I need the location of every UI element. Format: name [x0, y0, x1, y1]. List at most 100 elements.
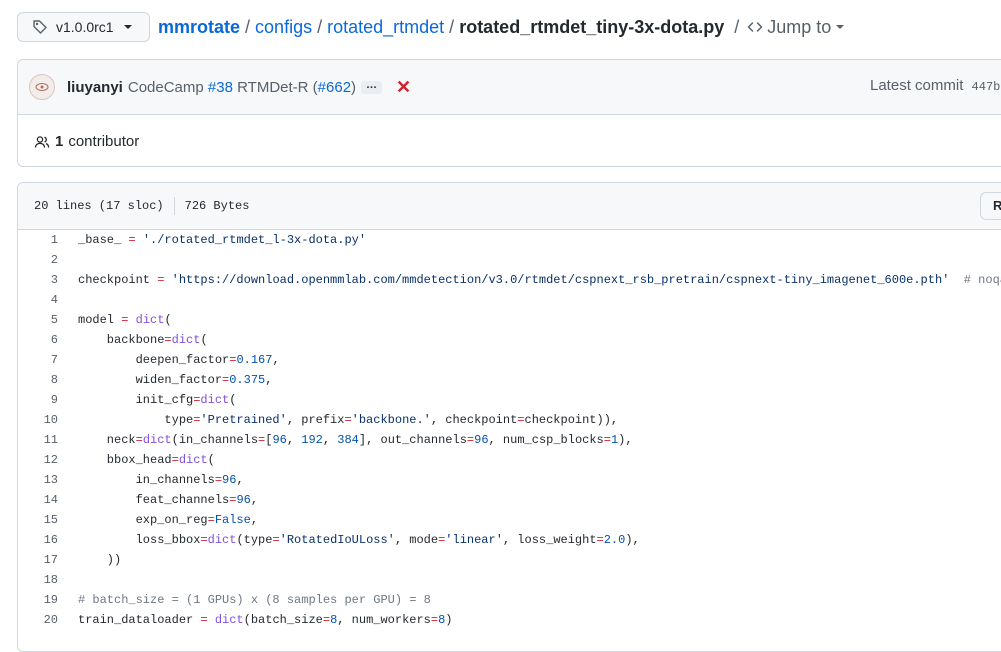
tag-icon — [33, 20, 47, 34]
expand-commit-message-button[interactable]: … — [361, 79, 383, 94]
code-icon — [748, 22, 763, 32]
code-token: = — [603, 433, 611, 447]
line-number[interactable]: 11 — [18, 430, 78, 450]
code-token: 96 — [272, 433, 287, 447]
breadcrumb-separator: / — [734, 16, 740, 37]
commit-message-end: ) — [351, 78, 357, 96]
code-token: , — [322, 433, 338, 447]
commit-sha-link[interactable]: 447b3 — [972, 80, 1001, 94]
file-size: 726 Bytes — [184, 199, 250, 213]
commit-message-prefix[interactable]: CodeCamp — [128, 79, 204, 96]
commit-message-title[interactable]: RTMDet-R ( — [237, 79, 318, 96]
contributor-label: contributor — [68, 133, 140, 150]
line-source: neck=dict(in_channels=[96, 192, 384], ou… — [78, 430, 633, 450]
line-source: model = dict( — [78, 310, 172, 330]
code-token: = — [517, 413, 525, 427]
failed-status-icon[interactable]: ✕ — [396, 77, 411, 98]
avatar[interactable] — [29, 74, 55, 100]
breadcrumb-separator: / — [245, 16, 251, 37]
code-token: dict — [200, 393, 230, 407]
code-token: = — [171, 453, 179, 467]
line-source: type='Pretrained', prefix='backbone.', c… — [78, 410, 618, 430]
code-token: = — [135, 433, 143, 447]
divider — [173, 197, 175, 215]
code-token: feat_channels — [78, 493, 230, 507]
line-number[interactable]: 13 — [18, 470, 78, 490]
line-source: feat_channels=96, — [78, 490, 258, 510]
line-number[interactable]: 12 — [18, 450, 78, 470]
code-token: dict — [207, 533, 237, 547]
code-token: , loss_weight — [502, 533, 597, 547]
line-number[interactable]: 9 — [18, 390, 78, 410]
breadcrumb-repo-link[interactable]: mmrotate — [158, 17, 240, 38]
code-token: = — [200, 613, 208, 627]
code-token: bbox_head — [78, 453, 172, 467]
code-line: 20 train_dataloader = dict(batch_size=8, … — [18, 610, 1001, 630]
branch-selector-button[interactable]: v1.0.0rc1 — [17, 12, 150, 42]
code-token: _base_ — [78, 233, 129, 247]
line-number[interactable]: 8 — [18, 370, 78, 390]
code-token: exp_on_reg — [78, 513, 208, 527]
line-number[interactable]: 19 — [18, 590, 78, 610]
code-token: 'backbone.' — [351, 413, 431, 427]
code-token: , — [250, 513, 259, 527]
line-number[interactable]: 5 — [18, 310, 78, 330]
code-token: , — [272, 353, 280, 367]
code-line: 18 — [18, 570, 1001, 590]
line-number[interactable]: 10 — [18, 410, 78, 430]
code-token: ), — [618, 433, 633, 447]
code-token: 'RotatedIoULoss' — [279, 533, 395, 547]
line-number[interactable]: 6 — [18, 330, 78, 350]
commit-author-link[interactable]: liuyanyi — [67, 79, 123, 96]
raw-button[interactable]: R — [980, 192, 1001, 220]
line-source: widen_factor=0.375, — [78, 370, 273, 390]
breadcrumb-separator: / — [449, 16, 455, 37]
jump-to-label: Jump to — [767, 16, 832, 37]
code-line: 10 type='Pretrained', prefix='backbone.'… — [18, 410, 1001, 430]
code-token: , — [250, 493, 259, 507]
line-number[interactable]: 3 — [18, 270, 78, 290]
line-source: train_dataloader = dict(batch_size=8, nu… — [78, 610, 453, 630]
breadcrumb-dir-rotated-rtmdet[interactable]: rotated_rtmdet — [327, 17, 444, 38]
line-number[interactable]: 16 — [18, 530, 78, 550]
line-number[interactable]: 1 — [18, 230, 78, 250]
branch-label: v1.0.0rc1 — [56, 19, 114, 35]
file-navigation: v1.0.0rc1 mmrotate / configs / rotated_r… — [17, 11, 845, 43]
line-number[interactable]: 2 — [18, 250, 78, 270]
line-source: deepen_factor=0.167, — [78, 350, 280, 370]
code-token: , num_csp_blocks — [488, 433, 604, 447]
breadcrumb-file-name: rotated_rtmdet_tiny-3x-dota.py — [459, 16, 725, 37]
line-number[interactable]: 17 — [18, 550, 78, 570]
line-number[interactable]: 7 — [18, 350, 78, 370]
jump-to-button[interactable]: Jump to — [747, 16, 845, 38]
code-token: , mode — [394, 533, 439, 547]
code-line: 16 loss_bbox=dict(type='RotatedIoULoss',… — [18, 530, 1001, 550]
line-source: loss_bbox=dict(type='RotatedIoULoss', mo… — [78, 530, 640, 550]
code-token: 384 — [337, 433, 359, 447]
line-number[interactable]: 14 — [18, 490, 78, 510]
contributors-row[interactable]: 1 contributor — [18, 115, 1001, 166]
code-line: 2 — [18, 250, 1001, 270]
line-number[interactable]: 18 — [18, 570, 78, 590]
code-token: checkpoint)), — [524, 413, 619, 427]
line-number[interactable]: 4 — [18, 290, 78, 310]
line-source: checkpoint = 'https://download.openmmlab… — [78, 270, 1001, 290]
commit-pr-link[interactable]: #662 — [318, 79, 351, 96]
code-line: 14 feat_channels=96, — [18, 490, 1001, 510]
code-token: = — [272, 533, 280, 547]
line-number[interactable]: 15 — [18, 510, 78, 530]
latest-commit-info: Latest commit 447b3 — [870, 77, 1001, 94]
code-token: 96 — [474, 433, 489, 447]
code-listing: 1 _base_ = './rotated_rtmdet_l-3x-dota.py… — [18, 230, 1001, 630]
code-token: backbone — [78, 333, 165, 347]
code-token: dict — [142, 433, 172, 447]
commit-issue-link[interactable]: #38 — [208, 79, 233, 96]
code-line: 11 neck=dict(in_channels=[96, 192, 384],… — [18, 430, 1001, 450]
code-token: 'linear' — [445, 533, 503, 547]
code-line: 8 widen_factor=0.375, — [18, 370, 1001, 390]
code-token: False — [214, 513, 251, 527]
breadcrumb-dir-configs[interactable]: configs — [255, 17, 312, 38]
code-token: , — [236, 473, 244, 487]
line-number[interactable]: 20 — [18, 610, 78, 630]
